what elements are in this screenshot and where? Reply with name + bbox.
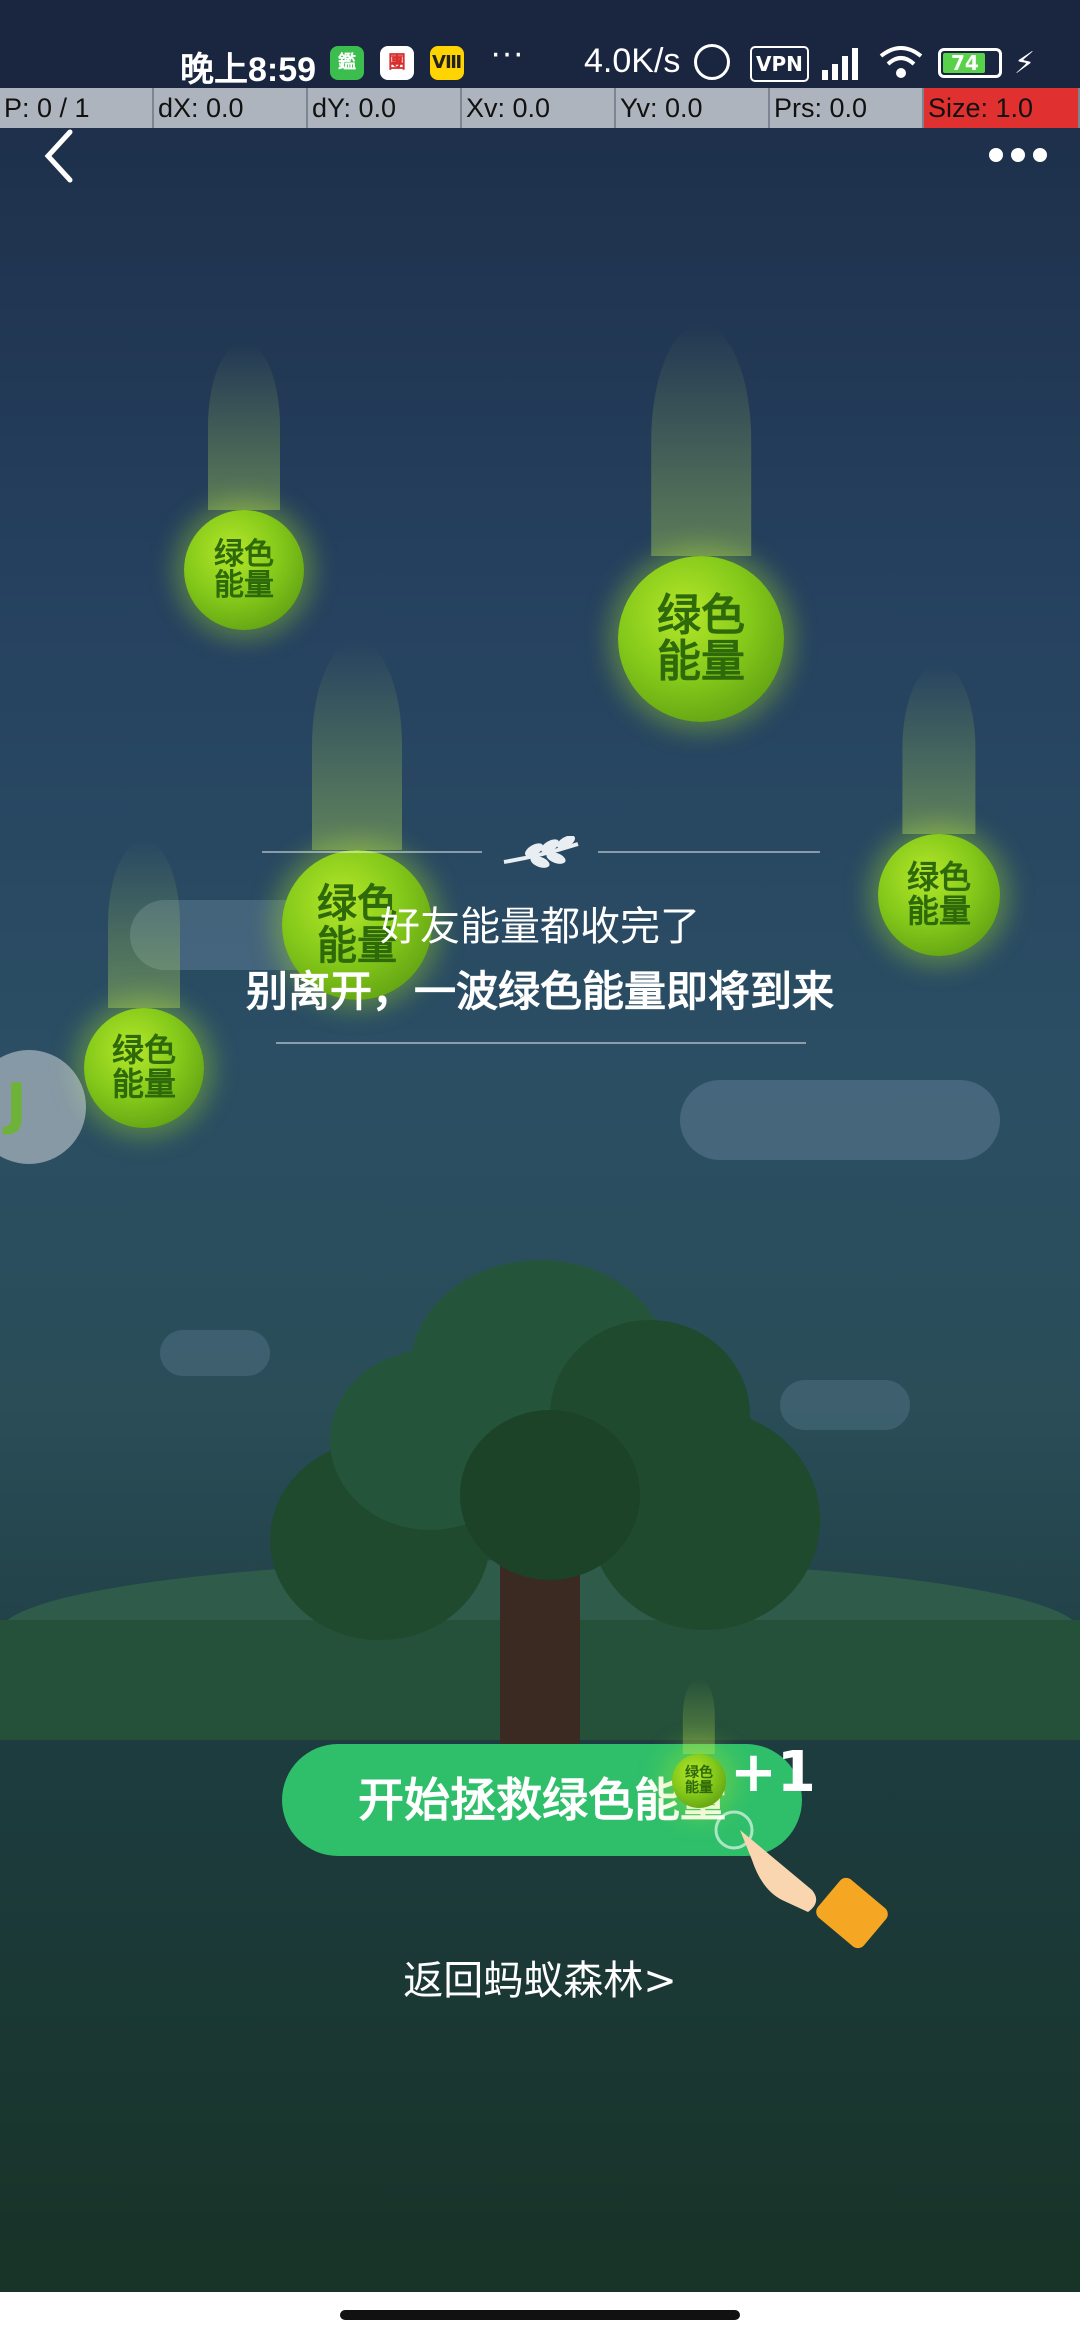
app-notification-icon: 鑑: [330, 46, 364, 80]
debug-dy: dY: 0.0: [308, 88, 462, 128]
charging-icon: ⚡: [1014, 46, 1036, 81]
debug-pointer: P: 0 / 1: [0, 88, 154, 128]
network-speed: 4.0K/s: [584, 42, 681, 80]
overflow-dots-icon: ···: [490, 34, 524, 72]
floating-app-bubble[interactable]: J: [0, 1050, 86, 1164]
wifi-icon: [878, 44, 924, 80]
alarm-icon: [694, 44, 730, 80]
more-button[interactable]: [984, 140, 1054, 170]
divider-line: [262, 851, 482, 853]
back-button[interactable]: [36, 124, 86, 188]
status-time: 晚上8:59: [180, 51, 317, 89]
app-notification-icon: Ⅷ: [430, 46, 464, 80]
app-notification-icon: 團: [380, 46, 414, 80]
message-line-1: 好友能量都收完了: [380, 904, 700, 950]
pointing-hand-icon: [712, 1790, 912, 1950]
energy-ball[interactable]: 绿色能量: [618, 556, 784, 722]
energy-ball[interactable]: 绿色能量: [184, 510, 304, 630]
pointer-location-bar: P: 0 / 1 dX: 0.0 dY: 0.0 Xv: 0.0 Yv: 0.0…: [0, 88, 1080, 128]
divider-line: [276, 1042, 806, 1044]
status-bar: 晚上8:59 鑑 團 Ⅷ ··· 4.0K/s VPN 74 ⚡: [0, 0, 1080, 89]
debug-prs: Prs: 0.0: [770, 88, 924, 128]
battery-icon: 74: [938, 48, 1002, 78]
back-to-forest-link[interactable]: 返回蚂蚁森林>: [0, 1948, 1080, 2006]
divider-line: [598, 851, 820, 853]
tree: [230, 1260, 850, 1760]
message-line-2: 别离开，一波绿色能量即将到来: [245, 967, 834, 1016]
chevron-left-icon: [44, 129, 73, 183]
debug-size: Size: 1.0: [924, 88, 1080, 128]
debug-dx: dX: 0.0: [154, 88, 308, 128]
cloud-decoration: [680, 1080, 1000, 1160]
debug-xv: Xv: 0.0: [462, 88, 616, 128]
energy-ball[interactable]: 绿色能量: [84, 1008, 204, 1128]
debug-yv: Yv: 0.0: [616, 88, 770, 128]
wheat-icon: [500, 835, 582, 868]
cell-signal-icon: [818, 44, 864, 80]
android-icon: J: [6, 1072, 27, 1137]
battery-level: 74: [951, 51, 979, 75]
more-dots-icon: [989, 148, 1047, 162]
home-indicator[interactable]: [340, 2310, 740, 2320]
vpn-badge: VPN: [750, 46, 809, 82]
